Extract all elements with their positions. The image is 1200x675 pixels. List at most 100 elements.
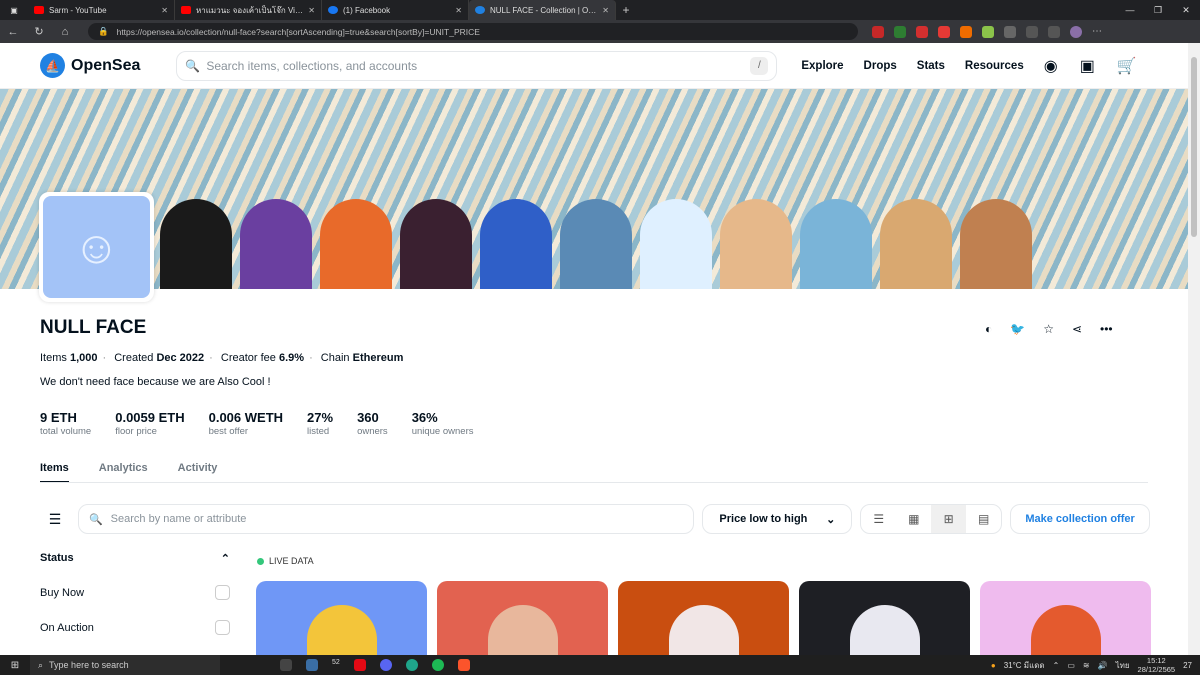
nft-card[interactable] (256, 581, 427, 655)
close-tab-icon[interactable]: ✕ (308, 6, 315, 15)
banner-characters (0, 194, 1188, 289)
filter-icon[interactable]: ☰ (40, 511, 70, 528)
collection-description: We don't need face because we are Also C… (40, 376, 271, 388)
close-tab-icon[interactable]: ✕ (161, 6, 168, 15)
make-collection-offer-button[interactable]: Make collection offer (1010, 504, 1150, 534)
extension-icon[interactable] (916, 25, 928, 38)
window-controls: — ❐ ✕ (1116, 5, 1200, 16)
items-toolbar: ☰ 🔍 Search by name or attribute Price lo… (40, 504, 1150, 534)
network-icon[interactable]: ▭ (1067, 661, 1075, 670)
minimize-icon[interactable]: — (1116, 5, 1144, 16)
mail-icon[interactable] (306, 659, 318, 671)
discord-icon[interactable] (379, 659, 392, 671)
nft-character-image (306, 605, 377, 655)
task-view-icon[interactable] (280, 659, 292, 671)
nft-card[interactable] (618, 581, 789, 655)
tab-items[interactable]: Items (40, 462, 69, 483)
checkbox[interactable] (215, 585, 230, 600)
browser-tab[interactable]: Sarm - YouTube ✕ (28, 0, 175, 20)
opensea-logo-icon: ⛵ (40, 53, 65, 78)
weather-icon[interactable]: ● (991, 661, 996, 670)
taskbar-search-input[interactable]: ⌕ Type here to search (30, 655, 220, 675)
spotify-icon[interactable] (431, 659, 444, 671)
wifi-icon[interactable]: ≋ (1083, 661, 1090, 670)
chevron-up-icon[interactable]: ⌃ (1053, 661, 1060, 670)
twitter-icon[interactable]: 🐦 (1010, 322, 1025, 336)
checkbox[interactable] (215, 620, 230, 635)
wallet-icon[interactable]: ▣ (1080, 56, 1095, 76)
list-view-icon[interactable]: ☰ (861, 505, 896, 533)
filter-option-buy-now[interactable]: Buy Now (40, 585, 230, 600)
close-tab-icon[interactable]: ✕ (455, 6, 462, 15)
nav-explore[interactable]: Explore (801, 60, 843, 72)
extension-icon[interactable] (982, 25, 994, 38)
system-tray: ● 31°C มีแดด ⌃ ▭ ≋ 🔊 ไทย 15:12 28/12/256… (991, 656, 1200, 674)
extensions: ⋯ (872, 25, 1104, 38)
star-icon[interactable]: ☆ (1043, 322, 1054, 336)
tab-analytics[interactable]: Analytics (99, 462, 148, 483)
browser-tab[interactable]: (1) Facebook ✕ (322, 0, 469, 20)
windows-taskbar: ⊞ ⌕ Type here to search 52 ● 31°C มีแดด … (0, 655, 1200, 675)
scrollbar-thumb[interactable] (1191, 57, 1197, 237)
collection-avatar: ☺ (39, 192, 154, 302)
maximize-icon[interactable]: ❐ (1144, 5, 1172, 16)
language-indicator[interactable]: ไทย (1116, 659, 1130, 672)
close-window-icon[interactable]: ✕ (1172, 5, 1200, 16)
netflix-icon[interactable] (353, 659, 366, 671)
live-dot-icon (257, 557, 264, 565)
status-filter-header[interactable]: Status ⌃ (40, 552, 230, 565)
tab-activity[interactable]: Activity (178, 462, 218, 483)
account-icon[interactable]: ◉ (1044, 56, 1058, 76)
chevron-up-icon: ⌃ (220, 553, 230, 565)
share-icon[interactable]: ⋖ (1072, 322, 1082, 336)
grid-view-icon[interactable]: ⊞ (931, 505, 967, 533)
browser-tab-active[interactable]: NULL FACE - Collection | OpenSe✕ (469, 0, 616, 20)
nav-drops[interactable]: Drops (864, 60, 897, 72)
volume-icon[interactable]: 🔊 (1098, 661, 1108, 670)
more-icon[interactable]: ••• (1100, 322, 1113, 336)
nft-card[interactable] (799, 581, 970, 655)
adblock-icon[interactable] (938, 25, 950, 38)
items-search-input[interactable]: 🔍 Search by name or attribute (77, 504, 695, 534)
search-icon: 🔍 (88, 513, 103, 526)
sort-dropdown[interactable]: Price low to high ⌄ (702, 504, 853, 534)
website-icon[interactable]: ◐ (985, 322, 992, 336)
cart-icon[interactable]: 🛒 (1117, 56, 1137, 76)
windows-start-icon[interactable]: ⊞ (0, 660, 30, 671)
nft-card[interactable] (437, 581, 608, 655)
extension-icon[interactable] (960, 25, 972, 38)
back-icon[interactable]: ← (0, 26, 26, 38)
url-bar[interactable]: 🔒 https://opensea.io/collection/null-fac… (88, 23, 858, 40)
nft-card[interactable] (980, 581, 1151, 655)
puzzle-icon[interactable] (1004, 25, 1016, 38)
compact-view-icon[interactable]: ▤ (966, 505, 1001, 533)
nav-resources[interactable]: Resources (965, 60, 1024, 72)
extension-icon[interactable] (872, 25, 884, 38)
notification-icon[interactable]: 27 (1183, 661, 1192, 670)
profile-icon[interactable] (1070, 25, 1082, 38)
browser-tab[interactable]: หาแมวนะ จองเค้าเป็นโจ๊ก Vicky + อะ✕ (175, 0, 322, 20)
home-icon[interactable]: ⌂ (52, 26, 78, 38)
window-menu-icon[interactable]: ▣ (0, 0, 28, 20)
extension-icon[interactable] (894, 25, 906, 38)
view-toggle: ☰ ▦ ⊞ ▤ (860, 504, 1003, 534)
filter-sidebar: Status ⌃ Buy Now On Auction (40, 552, 230, 635)
close-tab-icon[interactable]: ✕ (602, 6, 609, 15)
brave-icon[interactable] (457, 659, 470, 671)
page-scrollbar[interactable] (1188, 43, 1200, 655)
site-search-input[interactable]: 🔍 Search items, collections, and account… (176, 50, 778, 81)
collections-icon[interactable] (1048, 25, 1060, 38)
site-header: ⛵ OpenSea 🔍 Search items, collections, a… (0, 43, 1188, 89)
nav-stats[interactable]: Stats (917, 60, 945, 72)
clock[interactable]: 15:12 28/12/2565 (1138, 656, 1176, 674)
filter-option-on-auction[interactable]: On Auction (40, 620, 230, 635)
favorites-icon[interactable] (1026, 25, 1038, 38)
more-icon[interactable]: ⋯ (1092, 26, 1104, 38)
nft-grid (256, 581, 1151, 655)
logo[interactable]: ⛵ OpenSea (40, 53, 140, 78)
grid-large-view-icon[interactable]: ▦ (896, 505, 931, 533)
lock-icon: 🔒 (98, 26, 109, 36)
new-tab-icon[interactable]: + (616, 3, 636, 17)
edge-icon[interactable] (405, 659, 418, 671)
reload-icon[interactable]: ↻ (26, 25, 52, 38)
